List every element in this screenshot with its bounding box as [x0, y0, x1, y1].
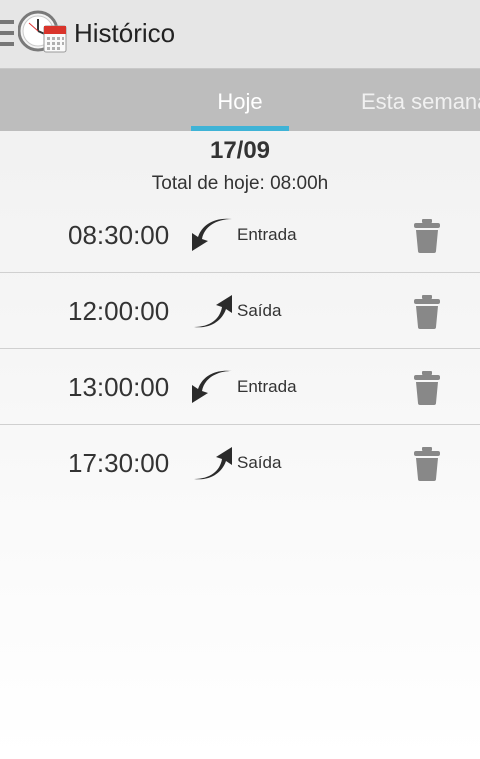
entry-row: 12:00:00 Saída [0, 273, 480, 349]
tab-esta-semana[interactable]: Esta semana [361, 69, 480, 131]
day-date: 17/09 [209, 137, 271, 164]
arrow-saida-icon [194, 447, 232, 480]
entry-row: 13:00:00 Entrada [0, 349, 480, 425]
entry-type: Entrada [237, 225, 297, 244]
menu-icon[interactable] [0, 20, 14, 46]
entry-time: 08:30:00 [68, 220, 170, 250]
clock-calendar-icon[interactable] [18, 10, 68, 56]
entry-row: 08:30:00 Entrada [0, 197, 480, 273]
entry-type: Saída [237, 301, 282, 320]
arrow-entrada-icon [192, 370, 232, 403]
tab-hoje[interactable]: Hoje [191, 69, 289, 131]
trash-icon[interactable] [413, 295, 441, 329]
entry-time: 12:00:00 [68, 296, 170, 326]
entry-type: Saída [237, 453, 282, 472]
page-title: Histórico [74, 18, 176, 48]
trash-icon[interactable] [413, 219, 441, 253]
arrow-saida-icon [194, 295, 232, 328]
entry-type: Entrada [237, 377, 297, 396]
arrow-entrada-icon [192, 218, 232, 251]
entry-time: 17:30:00 [68, 448, 170, 478]
day-total: Total de hoje: 08:00h [151, 173, 329, 194]
tab-indicator [191, 126, 289, 131]
trash-icon[interactable] [413, 447, 441, 481]
entry-time: 13:00:00 [68, 372, 170, 402]
action-bar: Histórico [0, 0, 480, 69]
entry-row: 17:30:00 Saída [0, 425, 480, 501]
tab-bar: Hoje Esta semana [0, 69, 480, 131]
trash-icon[interactable] [413, 371, 441, 405]
